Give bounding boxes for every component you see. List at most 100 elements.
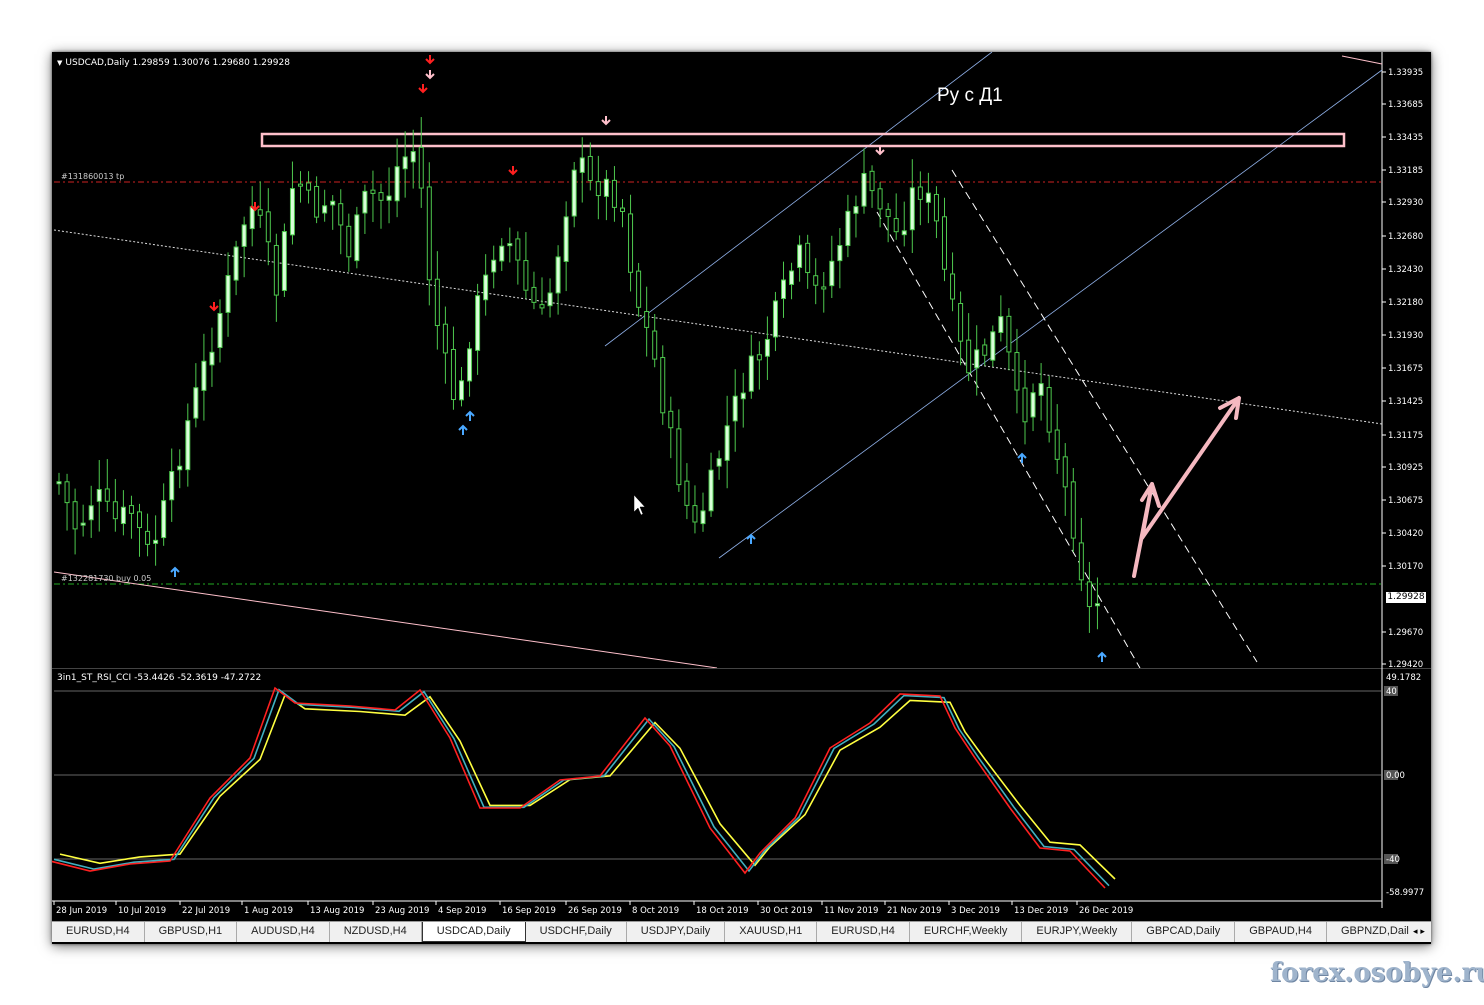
candle-body [193, 387, 199, 419]
tab-xauusd-h1[interactable]: XAUUSD,H1 [725, 922, 818, 942]
candle-body [845, 210, 851, 247]
candle-body [523, 260, 529, 291]
candle-body [660, 357, 666, 414]
tab-scroll-arrows-icon[interactable]: ◂ ▸ [1409, 922, 1429, 942]
candle-body [829, 260, 835, 287]
price-tick-label: 1.31175 [1388, 431, 1423, 441]
tab-eurusd-h4[interactable]: EURUSD,H4 [817, 922, 910, 942]
tab-usdchf-daily[interactable]: USDCHF,Daily [526, 922, 627, 942]
candle-body [338, 203, 344, 226]
candle-body [217, 312, 223, 349]
date-tick-label: 1 Aug 2019 [244, 906, 293, 916]
candle-body [684, 480, 690, 506]
cci-line [52, 686, 1106, 889]
price-chart-pane[interactable]: 1.33935 1.33685 1.33435 1.33185 1.32930 1.326… [52, 52, 1431, 668]
candle-body [813, 275, 819, 286]
candle-body [821, 286, 827, 290]
price-tick-label: 1.29670 [1388, 628, 1423, 638]
price-tick-label: 1.33185 [1388, 166, 1423, 176]
candle-body [909, 187, 915, 231]
price-tick-label: 1.30675 [1388, 496, 1423, 506]
chart-tabs: EURUSD,H4 GBPUSD,H1 AUDUSD,H4 NZDUSD,H4 USDC… [52, 921, 1431, 942]
candle-body [56, 481, 62, 485]
candle-body [595, 181, 601, 197]
candle-body [636, 270, 642, 308]
price-chart-canvas[interactable]: 1.33935 1.33685 1.33435 1.33185 1.32930 1.326… [52, 52, 1431, 668]
candle-body [104, 488, 110, 502]
down-channel-line-2 [951, 169, 1258, 663]
tab-usdcad-daily[interactable]: USDCAD,Daily [421, 922, 526, 942]
candle-body [917, 186, 923, 200]
candle-body [322, 205, 328, 214]
candle-body [128, 505, 134, 514]
indicator-axis-label: 49.1782 [1386, 673, 1421, 683]
candle-body [982, 344, 988, 356]
candle-body [426, 186, 432, 281]
candle-body [587, 155, 593, 181]
candle-body [531, 286, 537, 303]
candle-body [539, 304, 545, 309]
sell-signal-arrow-icon [425, 55, 435, 65]
tab-gbpch[interactable]: GBPCH [1429, 922, 1431, 942]
dotted-trendline [53, 229, 1383, 425]
pink-trendline-top [1341, 55, 1383, 65]
candle-body [1014, 352, 1020, 391]
price-tick-label: 1.31930 [1388, 331, 1423, 341]
candle-body [467, 348, 473, 382]
tab-audusd-h4[interactable]: AUDUSD,H4 [237, 922, 330, 942]
tab-gbpaud-h4[interactable]: GBPAUD,H4 [1235, 922, 1327, 942]
candle-body [177, 465, 183, 471]
collapse-triangle-icon[interactable]: ▼ [57, 59, 62, 67]
candle-body [1030, 392, 1036, 418]
candle-body [145, 530, 151, 545]
tab-eurusd-h4[interactable]: EURUSD,H4 [52, 922, 145, 942]
date-tick-label: 28 Jun 2019 [56, 906, 107, 916]
tab-gbpcad-daily[interactable]: GBPCAD,Daily [1132, 922, 1236, 942]
candle-body [901, 230, 907, 236]
indicator-pane[interactable]: 49.1782 40 0.00 -40 -58.9977 28 Jun 2019 10 Ju… [52, 668, 1431, 916]
tab-eurjpy-weekly[interactable]: EURJPY,Weekly [1022, 922, 1133, 942]
date-tick-label: 26 Dec 2019 [1079, 906, 1133, 916]
order-tp-label: #131860013 tp [61, 172, 125, 181]
mouse-cursor-icon [633, 494, 646, 516]
candle-body [877, 188, 883, 210]
price-tick-label: 1.29420 [1388, 660, 1423, 668]
candle-body [603, 178, 609, 197]
candle-body [402, 156, 408, 170]
price-tick-label: 1.33435 [1388, 133, 1423, 143]
candle-body [370, 189, 376, 194]
tab-usdjpy-daily[interactable]: USDJPY,Daily [627, 922, 726, 942]
tab-nzdusd-h4[interactable]: NZDUSD,H4 [330, 922, 422, 942]
tab-eurchf-weekly[interactable]: EURCHF,Weekly [910, 922, 1023, 942]
candle-body [64, 481, 70, 504]
candle-body [781, 279, 786, 300]
candle-body [1046, 387, 1052, 433]
candle-body [362, 190, 368, 214]
order-buy-label: #132281730 buy 0.05 [61, 574, 152, 583]
candle-body [628, 213, 634, 273]
date-tick-label: 10 Jul 2019 [118, 906, 166, 916]
symbol-header: ▼ USDCAD,Daily 1.29859 1.30076 1.29680 1.… [57, 58, 290, 68]
candle-body [893, 218, 899, 233]
sell-signal-arrow-icon [508, 166, 518, 176]
candle-body [209, 351, 215, 366]
tab-gbpusd-h1[interactable]: GBPUSD,H1 [145, 922, 238, 942]
candle-body [885, 208, 891, 218]
candle-body [378, 192, 384, 201]
candle-body [249, 206, 255, 230]
candle-body [950, 273, 956, 300]
date-tick-label: 3 Dec 2019 [951, 906, 1000, 916]
candle-body [700, 510, 706, 525]
indicator-canvas[interactable]: 49.1782 40 0.00 -40 -58.9977 28 Jun 2019 10 Ju… [52, 668, 1431, 920]
indicator-header: 3in1_ST_RSI_CCI -53.4426 -52.3619 -47.27… [57, 673, 262, 683]
date-tick-label: 13 Aug 2019 [310, 906, 364, 916]
candle-body [942, 216, 947, 270]
buy-signal-arrow-icon [1017, 452, 1027, 463]
candle-body [925, 192, 931, 203]
forecast-arrow-icon [1132, 396, 1241, 578]
candle-body [740, 392, 746, 400]
date-tick-label: 30 Oct 2019 [760, 906, 813, 916]
candle-body [306, 182, 312, 191]
candle-body [289, 188, 295, 236]
candle-body [837, 245, 843, 262]
